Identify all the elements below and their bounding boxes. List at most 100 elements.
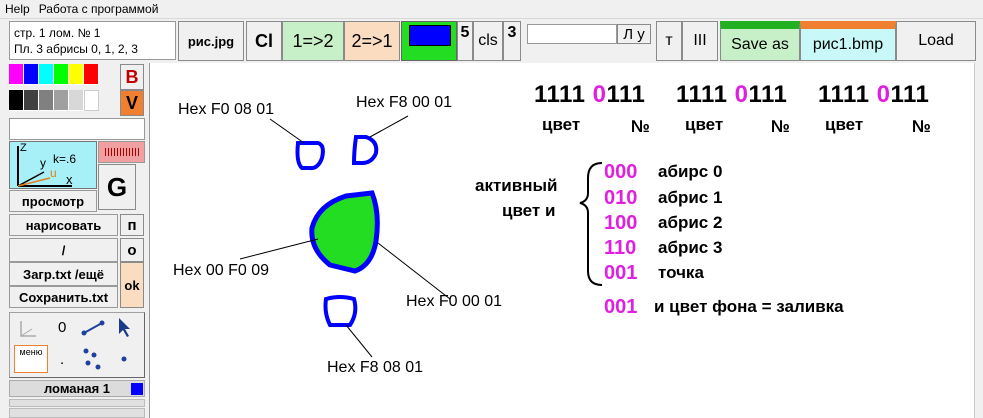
shape-center: [309, 190, 380, 274]
color-label-3: цвет: [825, 115, 864, 134]
bit-group-1-head: 1111: [534, 81, 586, 108]
cl-label: Cl: [255, 30, 273, 51]
bit-group-2-rest: 111: [748, 81, 788, 108]
save-txt-button[interactable]: Сохранить.txt: [9, 286, 118, 308]
palette-swatch-blue[interactable]: [24, 64, 39, 85]
palette-swatch-lightgray[interactable]: [69, 90, 84, 111]
drawing-canvas[interactable]: Hex F0 08 01 Hex F8 00 01 Hex 00 F0 09 H…: [149, 63, 974, 418]
axis-k-label: k=.6: [53, 152, 77, 166]
polyline-bar[interactable]: ломаная 1: [9, 380, 145, 397]
active-label-line-1: активный: [475, 176, 558, 195]
palette-swatch-white[interactable]: [84, 90, 99, 111]
preview-label: просмотр: [21, 193, 85, 209]
palette: [9, 64, 99, 116]
load-label: Load: [918, 32, 954, 49]
palette-swatch-black[interactable]: [9, 90, 24, 111]
color-label-1: цвет: [542, 115, 581, 134]
legend-text-0: абирс 0: [658, 162, 723, 181]
axis-z-label: Z: [20, 142, 27, 154]
palette-swatch-cyan[interactable]: [39, 64, 54, 85]
dot-label: .: [60, 351, 65, 368]
file-name-button[interactable]: рис.jpg: [178, 21, 244, 61]
b-label: B: [125, 66, 139, 87]
cl-button[interactable]: Cl: [246, 21, 282, 61]
ok-label: ok: [124, 277, 140, 293]
axis-y-label: y: [40, 156, 46, 170]
num-label-3: №: [912, 117, 931, 136]
tool-panel: 0 меню .: [9, 312, 145, 378]
copy-1-to-2-label: 1=>2: [292, 30, 334, 51]
cursor-icon[interactable]: [116, 316, 136, 340]
copy-1-to-2-button[interactable]: 1=>2: [282, 21, 344, 61]
bit-group-2-pink: 0: [734, 81, 749, 108]
vertical-scrollbar[interactable]: [974, 63, 983, 418]
polyline-color-indicator: [131, 383, 143, 395]
t-label: т: [665, 32, 673, 49]
palette-swatch-green[interactable]: [54, 64, 69, 85]
menu-work[interactable]: Работа с программой: [39, 2, 159, 16]
num5-button[interactable]: 5: [457, 21, 473, 61]
hex-label-top-left: Hex F0 08 01: [178, 101, 275, 118]
p-button[interactable]: п: [120, 214, 144, 236]
legend-code-3: 110: [604, 237, 637, 259]
copy-2-to-1-button[interactable]: 2=>1: [344, 21, 400, 61]
load-button[interactable]: Load: [896, 21, 976, 61]
v-button[interactable]: V: [120, 90, 144, 116]
o-button[interactable]: о: [120, 238, 144, 262]
bottom-strip-2: [9, 408, 145, 418]
t-button[interactable]: т: [656, 21, 682, 61]
palette-swatch-midgray[interactable]: [54, 90, 69, 111]
bit-group-3-rest: 111: [890, 81, 930, 108]
curve-tool-icon[interactable]: [80, 345, 106, 371]
num3-label: 3: [507, 24, 517, 41]
palette-swatch-red[interactable]: [84, 64, 99, 85]
palette-swatch-darkgray[interactable]: [24, 90, 39, 111]
iii-label: III: [693, 32, 707, 49]
draw-button[interactable]: нарисовать: [9, 214, 118, 236]
num3-button[interactable]: 3: [503, 21, 521, 61]
slider-track[interactable]: [527, 24, 617, 44]
output-file-button[interactable]: рис1.bmp: [800, 21, 896, 61]
output-file-label: рис1.bmp: [812, 35, 884, 53]
menu-help[interactable]: Help: [5, 2, 30, 16]
hex-label-center: Hex 00 F0 09: [173, 262, 270, 279]
lu-label: Л у: [623, 25, 645, 43]
bit-group-3-head: 1111: [818, 81, 870, 108]
legend-brace: [579, 162, 603, 286]
legend-text-4: точка: [658, 263, 704, 282]
menu-box[interactable]: меню: [14, 345, 48, 373]
ok-button[interactable]: ok: [120, 262, 144, 308]
axes-preview[interactable]: Z y k=.6 u x: [9, 141, 97, 189]
iii-button[interactable]: III: [682, 21, 718, 61]
g-button[interactable]: G: [98, 164, 136, 210]
legend-text-3: абрис 3: [658, 238, 723, 257]
color-label-2: цвет: [685, 115, 724, 134]
bit-group-1-pink: 0: [592, 81, 607, 108]
slash-button[interactable]: /: [9, 238, 118, 262]
zero-label: 0: [58, 319, 67, 336]
cls-button[interactable]: cls: [473, 21, 503, 61]
preview-button[interactable]: просмотр: [9, 190, 97, 212]
legend-code-0: 000: [604, 161, 638, 183]
axis-corner-icon[interactable]: [18, 319, 38, 339]
bit-group-2-head: 1111: [676, 81, 728, 108]
legend-code-1: 010: [604, 187, 638, 209]
point-tool-icon[interactable]: [116, 347, 136, 371]
palette-swatch-magenta[interactable]: [9, 64, 24, 85]
selected-color-swatch: [409, 25, 451, 46]
line-tool-icon[interactable]: [80, 317, 106, 339]
slash-label: /: [61, 242, 66, 258]
legend-code-2: 100: [604, 212, 638, 234]
g-label: G: [106, 171, 128, 202]
b-button[interactable]: B: [120, 64, 144, 90]
palette-swatch-gray[interactable]: [39, 90, 54, 111]
text-input[interactable]: [9, 118, 145, 140]
active-label-line-2: цвет и: [502, 201, 556, 220]
load-txt-button[interactable]: Загр.txt /ещё: [9, 262, 118, 286]
lu-button[interactable]: Л у: [617, 24, 651, 44]
color-swatch-button[interactable]: [401, 21, 457, 61]
save-as-button[interactable]: Save as: [720, 21, 800, 61]
palette-swatch-yellow[interactable]: [69, 64, 84, 85]
num5-label: 5: [460, 24, 470, 41]
status-box: стр. 1 лом. № 1 Пл. 3 абрисы 0, 1, 2, 3: [9, 21, 176, 60]
